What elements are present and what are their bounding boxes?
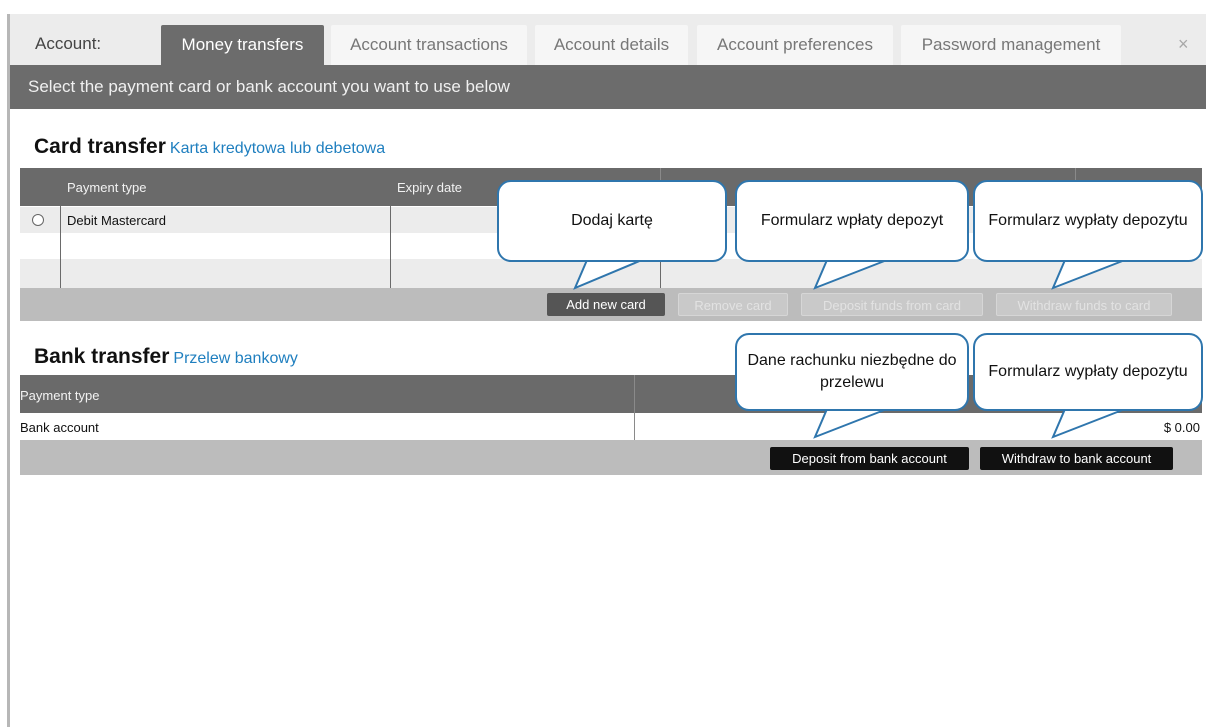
bank-payment-type: Bank account [20, 420, 99, 435]
bank-transfer-title: Bank transfer [34, 345, 170, 368]
card-select-radio[interactable] [32, 214, 44, 226]
deposit-funds-from-card-button[interactable]: Deposit funds from card [801, 293, 983, 316]
instruction-bar: Select the payment card or bank account … [10, 65, 1206, 109]
deposit-from-bank-account-button[interactable]: Deposit from bank account [770, 447, 969, 470]
card-payment-type: Debit Mastercard [67, 213, 166, 228]
bank-balance: $ 0.00 [1163, 420, 1200, 435]
callout-pointer [813, 408, 888, 439]
account-label: Account: [35, 34, 102, 53]
callout-pointer [813, 259, 888, 290]
tab-account-transactions[interactable]: Account transactions [331, 25, 527, 65]
withdraw-to-bank-account-button[interactable]: Withdraw to bank account [980, 447, 1173, 470]
bank-actions-bar: Deposit from bank account Withdraw to ba… [20, 440, 1202, 475]
card-transfer-subtitle: Karta kredytowa lub debetowa [169, 140, 386, 157]
withdraw-funds-to-card-button[interactable]: Withdraw funds to card [996, 293, 1172, 316]
column-divider [390, 206, 391, 288]
callout-bank-withdraw-text: Formularz wypłaty depozytu [973, 333, 1203, 411]
top-strip [0, 0, 1206, 14]
callout-withdraw-card-text: Formularz wypłaty depozytu [973, 180, 1203, 262]
column-divider [60, 206, 61, 288]
callout-add-card-text: Dodaj kartę [497, 180, 727, 262]
left-border [7, 14, 10, 727]
tab-account-details[interactable]: Account details [535, 25, 688, 65]
tab-money-transfers[interactable]: Money transfers [161, 25, 324, 65]
tab-account-preferences[interactable]: Account preferences [697, 25, 893, 65]
col-payment-type: Payment type [67, 180, 147, 195]
col-payment-type: Payment type [20, 388, 100, 403]
close-icon[interactable]: × [1178, 34, 1189, 55]
callout-deposit-card-text: Formularz wpłaty depozyt [735, 180, 969, 262]
card-transfer-title: Card transfer [34, 135, 166, 158]
card-actions-bar: Add new card Remove card Deposit funds f… [20, 288, 1202, 321]
add-new-card-button[interactable]: Add new card [547, 293, 665, 316]
column-divider [634, 375, 635, 440]
col-expiry-date: Expiry date [397, 180, 463, 195]
bank-transfer-heading: Bank transfer Przelew bankowy [34, 345, 298, 369]
card-transfer-heading: Card transfer Karta kredytowa lub debetow… [34, 135, 385, 159]
table-row[interactable]: Bank account $ 0.00 [20, 413, 1202, 440]
tab-bar: Account: Money transfers Account transac… [10, 14, 1206, 65]
callout-pointer [1051, 259, 1126, 290]
callout-pointer [573, 259, 643, 290]
remove-card-button[interactable]: Remove card [678, 293, 788, 316]
bank-transfer-subtitle: Przelew bankowy [173, 350, 298, 367]
callout-pointer [1051, 408, 1126, 439]
callout-bank-details-text: Dane rachunku niezbędne do przelewu [735, 333, 969, 411]
tab-password-management[interactable]: Password management [901, 25, 1121, 65]
